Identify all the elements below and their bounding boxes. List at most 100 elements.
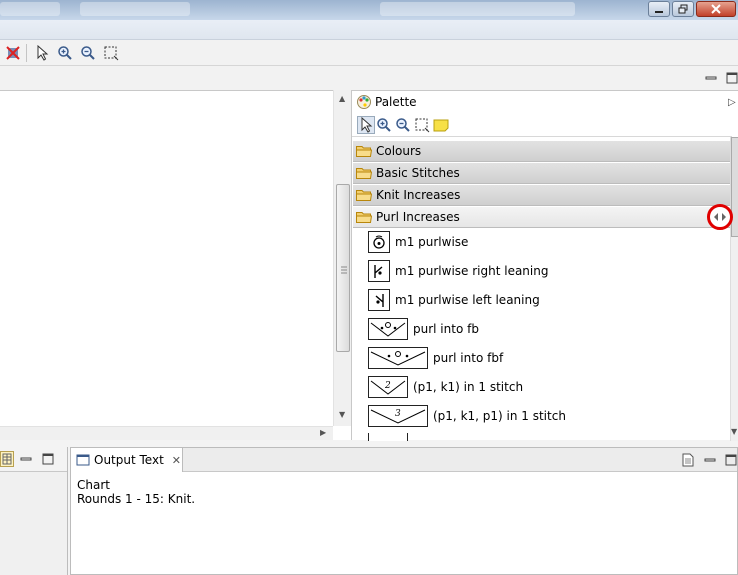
folder-icon	[356, 146, 372, 157]
palette-note-tool[interactable]	[432, 116, 450, 134]
delete-icon	[6, 46, 20, 60]
drawer-purl-increases[interactable]: Purl Increases	[353, 207, 730, 228]
menu-strip	[0, 20, 738, 40]
select-pointer-icon	[37, 45, 49, 61]
scroll-down-arrow-icon[interactable]: ▼	[731, 427, 737, 436]
palette-zoom-out-tool[interactable]	[394, 116, 412, 134]
minimize-button[interactable]	[648, 1, 670, 17]
title-bar-blur	[80, 2, 190, 16]
entry-label: m1 purlwise right leaning	[395, 264, 549, 278]
drawer-knit-increases[interactable]: Knit Increases	[353, 185, 730, 206]
minimize-icon	[704, 458, 716, 462]
drawer-label: Purl Increases	[376, 210, 460, 224]
palette-marquee-tool[interactable]	[413, 116, 431, 134]
minimize-view-button[interactable]	[20, 453, 32, 465]
view-icon[interactable]	[0, 451, 14, 467]
drawer-label: Colours	[376, 144, 422, 158]
title-bar-blur	[0, 2, 60, 16]
palette-entry[interactable]: m1 purlwise left leaning	[368, 288, 540, 312]
palette-panel: Palette ▷ Colours Basic Stitches Knit In…	[352, 90, 738, 441]
palette-zoom-in-tool[interactable]	[375, 116, 393, 134]
marquee-select-icon	[104, 46, 119, 61]
minimize-icon	[705, 76, 717, 80]
select-pointer-icon	[361, 117, 373, 133]
editor-vertical-scrollbar[interactable]: ▲ ▼	[333, 90, 351, 426]
delete-button[interactable]	[4, 44, 22, 62]
palette-entry-partial[interactable]	[368, 433, 413, 441]
select-tool-button[interactable]	[33, 44, 51, 62]
maximize-view-button[interactable]	[726, 72, 738, 84]
restore-button[interactable]	[672, 1, 694, 17]
expand-collapse-icon	[714, 213, 726, 221]
output-text-body[interactable]: Chart Rounds 1 - 15: Knit.	[77, 478, 195, 506]
scrollbar-thumb[interactable]	[731, 137, 738, 237]
maximize-icon	[725, 454, 737, 466]
p1-k1-p1-in-1-symbol-icon: 3	[368, 405, 428, 427]
zoom-out-button[interactable]	[79, 44, 97, 62]
palette-scrollbar[interactable]: ▼	[730, 137, 738, 441]
scroll-down-arrow-icon[interactable]: ▼	[339, 410, 345, 419]
entry-label: m1 purlwise left leaning	[395, 293, 540, 307]
scrollbar-thumb[interactable]	[336, 184, 350, 352]
zoom-in-icon	[58, 46, 72, 60]
output-menu-button[interactable]	[681, 453, 695, 467]
zoom-out-icon	[396, 118, 410, 132]
marquee-select-icon	[415, 118, 430, 133]
minimize-view-button[interactable]	[705, 72, 717, 84]
drawer-colours[interactable]: Colours	[353, 141, 730, 162]
grip-icon	[341, 266, 347, 274]
drawer-basic-stitches[interactable]: Basic Stitches	[353, 163, 730, 184]
palette-header: Palette ▷	[352, 91, 738, 113]
svg-text:3: 3	[395, 409, 401, 419]
view-controls-bar	[0, 66, 738, 90]
open-folder-icon	[356, 212, 372, 223]
palette-collapse-icon[interactable]: ▷	[728, 97, 736, 108]
m1-purlwise-right-symbol-icon	[368, 260, 390, 282]
drawer-label: Knit Increases	[376, 188, 461, 202]
drawer-handle-highlight[interactable]	[707, 204, 733, 230]
tab-output-text[interactable]: Output Text ✕	[71, 448, 183, 472]
palette-entry[interactable]: purl into fb	[368, 317, 479, 341]
scroll-up-arrow-icon[interactable]: ▲	[339, 94, 345, 103]
marquee-tool-button[interactable]	[102, 44, 120, 62]
scroll-right-arrow-icon[interactable]: ▶	[320, 428, 326, 437]
palette-entry[interactable]: m1 purlwise right leaning	[368, 259, 548, 283]
zoom-in-button[interactable]	[56, 44, 74, 62]
minimize-view-button[interactable]	[704, 454, 716, 466]
palette-icon	[357, 95, 371, 109]
main-toolbar	[0, 40, 738, 66]
palette-title: Palette	[375, 95, 417, 109]
editor-horizontal-scrollbar[interactable]: ▶	[0, 426, 333, 440]
zoom-in-icon	[377, 118, 391, 132]
chart-editor-canvas[interactable]	[0, 90, 352, 440]
palette-entry[interactable]: 2 (p1, k1) in 1 stitch	[368, 375, 523, 399]
drawer-label: Basic Stitches	[376, 166, 460, 180]
document-icon	[682, 453, 694, 467]
output-line: Rounds 1 - 15: Knit.	[77, 492, 196, 506]
note-icon	[433, 119, 449, 132]
palette-entry[interactable]: purl into fbf	[368, 346, 503, 370]
close-button[interactable]	[696, 1, 736, 17]
p1-k1-in-1-symbol-icon: 2	[368, 376, 408, 398]
restore-icon	[678, 4, 688, 14]
palette-entry[interactable]: m1 purlwise	[368, 230, 468, 254]
minimize-icon	[655, 11, 663, 13]
maximize-view-button[interactable]	[725, 454, 737, 466]
purl-into-fb-symbol-icon	[368, 318, 408, 340]
toolbar-separator	[26, 44, 27, 62]
svg-text:2: 2	[384, 381, 391, 391]
stitch-symbol-icon	[368, 433, 408, 441]
maximize-view-button[interactable]	[42, 453, 54, 465]
m1-purlwise-left-symbol-icon	[368, 289, 390, 311]
entry-label: (p1, k1) in 1 stitch	[413, 380, 524, 394]
palette-select-tool[interactable]	[357, 116, 375, 134]
folder-icon	[356, 190, 372, 201]
folder-icon	[356, 168, 372, 179]
window-title-bar	[0, 0, 738, 20]
bottom-left-panel	[0, 447, 68, 575]
tab-label: Output Text	[94, 453, 164, 467]
purl-into-fbf-symbol-icon	[368, 347, 428, 369]
palette-entry[interactable]: 3 (p1, k1, p1) in 1 stitch	[368, 404, 566, 428]
entry-label: (p1, k1, p1) in 1 stitch	[433, 409, 566, 423]
close-tab-icon[interactable]: ✕	[172, 454, 181, 467]
